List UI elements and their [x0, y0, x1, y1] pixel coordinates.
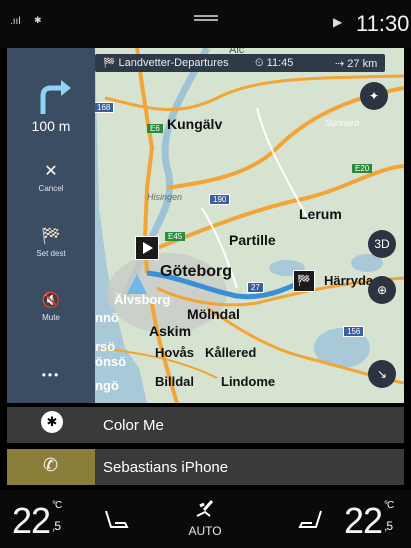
set-destination-button[interactable]: 🏁 Set dest — [7, 228, 95, 258]
compass-button[interactable]: ✦ — [360, 82, 388, 110]
remaining-distance: ⇢ 27 km — [335, 58, 378, 70]
map-label: ngö — [95, 378, 119, 393]
checkered-flag-icon: 🏁 — [103, 58, 116, 69]
map-label: Billdal — [155, 374, 195, 389]
map-label: Lindome — [221, 374, 276, 389]
seat-heat-icon[interactable] — [103, 509, 129, 533]
map-label: nnö — [95, 310, 119, 325]
signal-indicator: .ııl — [10, 16, 21, 27]
status-time: 11:30 — [356, 11, 410, 36]
road-shield: 168 — [93, 102, 115, 113]
map-label: Hovås — [155, 345, 195, 360]
checkered-flag-icon: 🏁 — [41, 228, 61, 245]
climate-bar: 22 °C ,5 AUTO 22 °C ,5 — [0, 490, 411, 548]
seat-heat-icon[interactable] — [298, 509, 324, 533]
map-label: Askim — [149, 323, 192, 339]
map-label: Mölndal — [187, 306, 240, 322]
crosshair-icon: ⊕ — [376, 283, 388, 297]
map-label: Kungälv — [167, 116, 223, 132]
media-row-phone[interactable]: ✆ Sebastians iPhone — [7, 449, 404, 485]
map-label: Lerum — [299, 206, 342, 222]
road-shield: E6 — [147, 124, 163, 133]
map-label: Göteborg — [160, 263, 232, 280]
map-label: Kållered — [205, 345, 257, 360]
recenter-button[interactable]: ⊕ — [368, 276, 396, 304]
road-shield: 190 — [209, 194, 231, 205]
compass-icon: ✦ — [368, 89, 380, 103]
more-button[interactable]: ••• — [7, 366, 95, 384]
map-label: Härryda — [324, 273, 374, 288]
3d-button[interactable]: 3D — [368, 230, 396, 258]
road-shield: 156 — [343, 326, 365, 337]
map-label: önsö — [95, 354, 127, 369]
phone-icon: ✆ — [7, 449, 95, 485]
destination-flag-marker: 🏁 — [293, 270, 315, 292]
clock-icon: ⏲ — [255, 57, 264, 69]
turn-distance: 100 m — [31, 118, 71, 134]
route-info-bar[interactable]: 🏁 Landvetter-Departures ⏲ 11:45 ⇢ 27 km — [95, 54, 385, 72]
status-bar: .ııl ✱ ▶ 11:30 — [0, 0, 411, 48]
arrow-down-right-icon: ↘ — [376, 367, 388, 381]
map-label: Partille — [229, 232, 276, 248]
distance-icon: ⇢ — [335, 58, 345, 70]
map-label: Sunnerö — [325, 118, 360, 128]
drag-handle[interactable] — [194, 15, 218, 23]
media-row-bluetooth[interactable]: ✱ Color Me — [7, 407, 404, 443]
bluetooth-icon: ✱ — [34, 15, 42, 25]
mute-icon: 🔇 — [41, 292, 61, 309]
mute-button[interactable]: 🔇 Mute — [7, 292, 95, 322]
climate-auto-label[interactable]: AUTO — [188, 524, 222, 538]
map-label: Hisingen — [147, 192, 183, 202]
map-label: rsö — [95, 339, 116, 354]
map-label: Älvsborg — [114, 292, 171, 307]
nav-waypoint-marker — [135, 236, 159, 260]
road-shield: E45 — [165, 232, 186, 241]
left-temperature[interactable]: 22 °C ,5 — [12, 500, 62, 542]
road-shield: E20 — [352, 164, 373, 173]
right-temperature[interactable]: 22 °C ,5 — [344, 500, 394, 542]
nav-side-panel: 100 m ✕ Cancel 🏁 Set dest 🔇 Mute ••• — [7, 48, 95, 403]
bluetooth-icon: ✱ — [7, 407, 95, 443]
car-position-icon — [127, 274, 147, 294]
road-shield: 27 — [247, 282, 264, 293]
fan-icon[interactable] — [192, 496, 218, 522]
turn-right-arrow-icon — [40, 80, 71, 114]
play-icon: ▶ — [333, 15, 343, 29]
eta: ⏲ 11:45 — [255, 57, 294, 69]
destination-name: 🏁 Landvetter-Departures — [103, 57, 229, 69]
cancel-button[interactable]: ✕ Cancel — [7, 163, 95, 193]
close-icon: ✕ — [44, 163, 58, 180]
expand-map-button[interactable]: ↘ — [368, 360, 396, 388]
